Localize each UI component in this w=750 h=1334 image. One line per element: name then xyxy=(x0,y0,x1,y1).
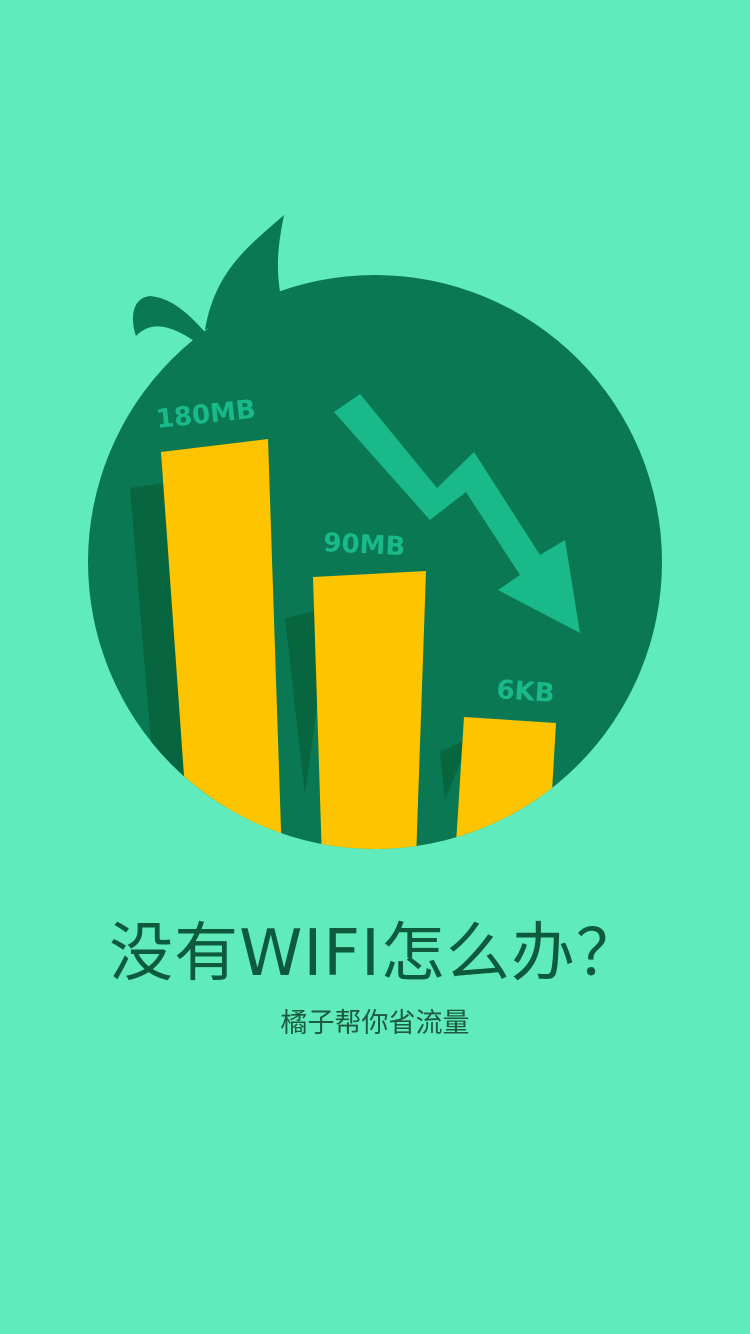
bar-1 xyxy=(161,439,282,849)
page-subtitle: 橘子帮你省流量 xyxy=(280,1008,470,1039)
page-title: 没有WIFI怎么办？ xyxy=(109,917,641,991)
splash-screen: 180MB 90MB 6KB 没有WIFI怎么办？ 橘子帮你省流量 xyxy=(0,0,750,1334)
orange-leaf-left xyxy=(132,296,205,345)
bar-label-2: 90MB xyxy=(323,528,406,562)
bar-label-3: 6KB xyxy=(496,675,556,709)
bar-2 xyxy=(313,571,426,849)
bar-3 xyxy=(455,717,556,849)
orange-chart-illustration: 180MB 90MB 6KB xyxy=(88,215,662,849)
